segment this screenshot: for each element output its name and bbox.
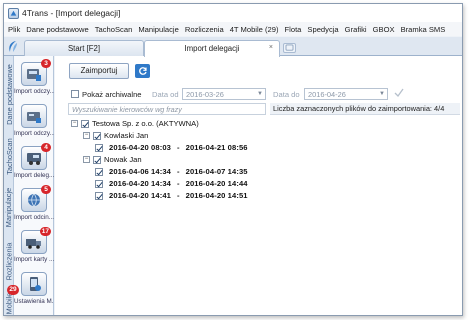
tool-label: Import odcin... (14, 214, 54, 221)
tool-import-odcinkow[interactable]: 5 Import odcin... (14, 185, 54, 224)
trip-separator: - (176, 143, 180, 152)
tab-import-delegacji[interactable]: Import delegacji × (144, 40, 280, 57)
tree-trip-row[interactable]: 2016-04-20 08:03 - 2016-04-21 08:56 (95, 142, 248, 153)
company-name: Testowa Sp. z o.o. (AKTYWNA) (92, 119, 199, 128)
menu-rozliczenia[interactable]: Rozliczenia (185, 25, 224, 34)
archive-checkbox[interactable] (71, 90, 79, 98)
card-import-icon (21, 104, 47, 128)
tool-panel: 3 Import odczy... Import odczy... 4 Impo… (14, 56, 54, 315)
tool-import-delegacji[interactable]: 4 Import deleg... (14, 143, 54, 182)
refresh-icon (138, 67, 147, 75)
tree-trip-row[interactable]: 2016-04-06 14:34 - 2016-04-07 14:35 (95, 166, 248, 177)
trip-checkbox[interactable] (95, 167, 103, 176)
tool-badge: 3 (41, 59, 51, 68)
tree-trip-row[interactable]: 2016-04-20 14:34 - 2016-04-20 14:44 (95, 178, 248, 189)
date-to-field[interactable]: 2016-04-26 ▼ (304, 88, 388, 100)
menu-bramka-sms[interactable]: Bramka SMS (401, 25, 446, 34)
trip-checkbox[interactable] (95, 143, 103, 152)
tool-import-odczytow-tacho[interactable]: 3 Import odczy... (14, 59, 54, 98)
tab-import-label: Import delegacji (184, 44, 240, 53)
vtab-tachoscan[interactable]: TachoScan (4, 134, 14, 178)
driver-checkbox[interactable] (93, 131, 101, 140)
app-window: 4Trans - [Import delegacji] Plik Dane po… (3, 3, 463, 316)
vertical-tab-bar: Dane podstawowe TachoScan Manipulacje Ro… (4, 56, 14, 315)
tool-label: Import odczy... (14, 88, 54, 95)
app-swirl-icon[interactable] (7, 40, 21, 54)
mobile-badge: 29 (7, 285, 19, 295)
tree-driver-row[interactable]: − Nowak Jan (83, 154, 142, 165)
app-logo-icon (8, 7, 19, 19)
selected-files-count: Liczba zaznaczonych plików do zaimportow… (270, 103, 460, 115)
tree-company-row[interactable]: − Testowa Sp. z o.o. (AKTYWNA) (71, 118, 199, 129)
mobile-settings-icon (21, 272, 47, 296)
driver-checkbox[interactable] (93, 155, 101, 164)
trip-separator: - (176, 167, 180, 176)
archive-label: Pokaż archiwalne (82, 89, 142, 99)
menu-manipulacje[interactable]: Manipulacje (138, 25, 179, 34)
menu-gbox[interactable]: GBOX (373, 25, 395, 34)
collapse-icon[interactable]: − (83, 132, 90, 139)
driver-name: Kowlaski Jan (104, 131, 149, 140)
trip-from: 2016-04-20 08:03 (109, 143, 171, 152)
tab-start-label: Start [F2] (67, 44, 101, 53)
menu-4t-mobile[interactable]: 4T Mobile (29) (230, 25, 279, 34)
trip-to: 2016-04-20 14:51 (185, 191, 248, 200)
trip-separator: - (176, 191, 180, 200)
company-checkbox[interactable] (81, 119, 89, 128)
menu-plik[interactable]: Plik (8, 25, 20, 34)
title-bar: 4Trans - [Import delegacji] (4, 4, 462, 22)
menu-spedycja[interactable]: Spedycja (307, 25, 338, 34)
trip-from: 2016-04-06 14:34 (109, 167, 171, 176)
apply-check-icon[interactable] (394, 88, 404, 98)
vtab-manipulacje[interactable]: Manipulacje (4, 180, 14, 234)
tool-badge: 17 (39, 227, 51, 236)
close-icon[interactable]: × (269, 44, 273, 51)
tree-driver-row[interactable]: − Kowlaski Jan (83, 130, 148, 141)
driver-name: Nowak Jan (104, 155, 142, 164)
tab-start[interactable]: Start [F2] (24, 40, 144, 56)
trip-checkbox[interactable] (95, 179, 103, 188)
menu-dane-podstawowe[interactable]: Dane podstawowe (26, 25, 88, 34)
trip-from: 2016-04-20 14:34 (109, 179, 171, 188)
tool-label: Import karty ... (14, 256, 54, 263)
tree-trip-row[interactable]: 2016-04-20 14:41 - 2016-04-20 14:51 (95, 190, 248, 201)
menu-bar: Plik Dane podstawowe TachoScan Manipulac… (4, 22, 462, 36)
chevron-down-icon[interactable]: ▼ (379, 89, 385, 100)
vtab-dane-podstawowe[interactable]: Dane podstawowe (4, 58, 14, 130)
tool-ustawienia-mobile[interactable]: Ustawienia M... (14, 270, 54, 308)
chevron-down-icon[interactable]: ▼ (257, 89, 263, 100)
menu-tachoscan[interactable]: TachoScan (95, 25, 133, 34)
tool-badge: 5 (41, 185, 51, 194)
menu-grafiki[interactable]: Grafiki (345, 25, 367, 34)
trip-separator: - (176, 179, 180, 188)
tool-label: Import deleg... (14, 172, 54, 179)
new-tab-icon (285, 44, 294, 51)
import-button[interactable]: Zaimportuj (69, 63, 129, 79)
trip-to: 2016-04-21 08:56 (185, 143, 248, 152)
trip-to: 2016-04-20 14:44 (185, 179, 248, 188)
tab-strip: Start [F2] Import delegacji × (4, 37, 462, 57)
window-title: 4Trans - [Import delegacji] (22, 8, 121, 18)
main-content: Zaimportuj Pokaż archiwalne Data od 2016… (55, 56, 462, 315)
tool-import-odczytow-karty[interactable]: Import odczy... (14, 102, 54, 140)
trip-checkbox[interactable] (95, 191, 103, 200)
tool-label: Import odczy... (14, 130, 54, 137)
collapse-icon[interactable]: − (83, 156, 90, 163)
menu-flota[interactable]: Flota (285, 25, 302, 34)
date-from-field[interactable]: 2016-03-26 ▼ (182, 88, 266, 100)
new-tab-button[interactable] (283, 43, 296, 53)
date-from-label: Data od (152, 90, 179, 99)
tool-label: Ustawienia M... (14, 298, 54, 305)
trip-from: 2016-04-20 14:41 (109, 191, 171, 200)
date-to-label: Data do (273, 90, 300, 99)
tool-import-karty[interactable]: 17 Import karty ... (14, 227, 54, 266)
tool-badge: 4 (41, 143, 51, 152)
vtab-rozliczenia[interactable]: Rozliczenia (4, 236, 14, 286)
trip-to: 2016-04-07 14:35 (185, 167, 248, 176)
collapse-icon[interactable]: − (71, 120, 78, 127)
refresh-button[interactable] (135, 64, 150, 78)
archive-filter[interactable]: Pokaż archiwalne (71, 87, 142, 101)
driver-search-input[interactable]: Wyszukiwanie kierowców wg frazy (68, 103, 266, 115)
